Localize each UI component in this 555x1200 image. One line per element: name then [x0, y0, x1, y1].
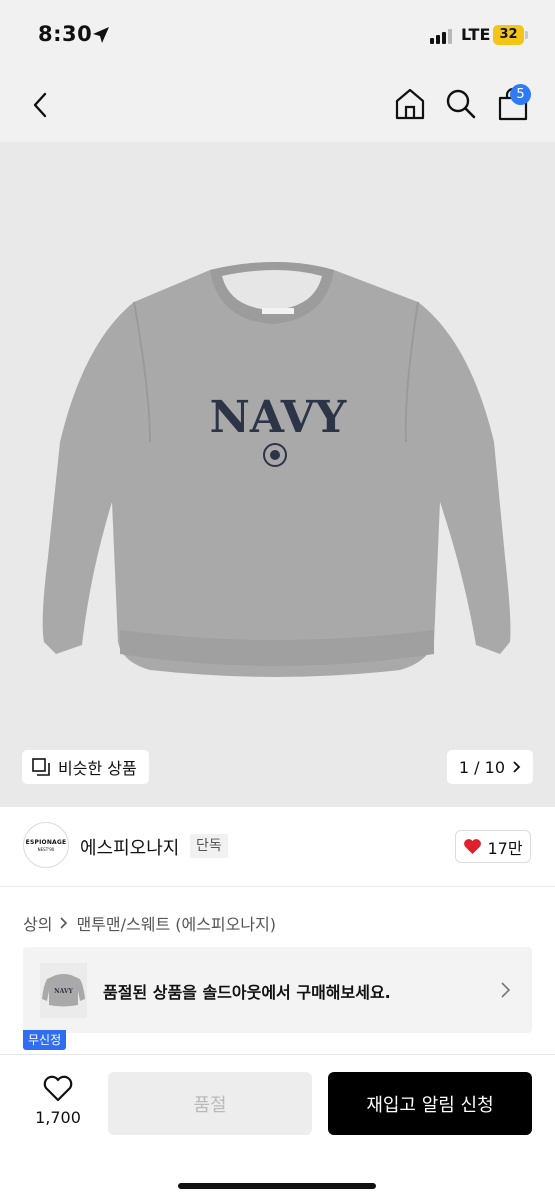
heart-outline-icon [43, 1075, 73, 1102]
similar-products-label: 비슷한 상품 [58, 759, 137, 778]
wishlist-count: 1,700 [35, 1108, 81, 1127]
brand-name[interactable]: 에스피오나지 [80, 834, 179, 860]
coupon-tag: 무신정 [23, 1030, 67, 1050]
brand-row: ESPIONAGE NEST'90 에스피오나지 단독 17만 [0, 807, 555, 887]
home-icon[interactable] [394, 87, 426, 121]
brand-logo-line1: ESPIONAGE [25, 838, 67, 846]
cart-count-badge: 5 [510, 84, 531, 105]
page-indicator-label: 1 / 10 [458, 757, 505, 777]
soldout-banner-text: 품절된 상품을 솔드아웃에서 구매해보세요. [103, 983, 391, 1002]
battery-icon: 32 [493, 25, 524, 45]
heart-icon [464, 839, 482, 854]
home-indicator [178, 1183, 376, 1189]
location-arrow-icon [93, 27, 109, 43]
soldout-thumb-text: NAVY [54, 988, 73, 995]
signal-icon [430, 28, 452, 44]
wishlist-button[interactable]: 1,700 [30, 1075, 86, 1127]
network-label: LTE [461, 25, 491, 44]
brand-like-count: 17만 [487, 838, 523, 858]
sweatshirt-print-text: NAVY [210, 392, 347, 443]
back-icon[interactable] [26, 90, 56, 120]
soldout-thumbnail: NAVY [40, 963, 87, 1018]
sweatshirt-image: NAVY [42, 262, 511, 677]
brand-like-button[interactable]: 17만 [455, 830, 531, 863]
product-image[interactable]: NAVY 비슷한 상품 1 / 10 [0, 142, 555, 807]
breadcrumb-item-top[interactable]: 상의 [23, 911, 52, 935]
restock-alert-button[interactable]: 재입고 알림 신청 [328, 1072, 532, 1135]
soldout-button: 품절 [108, 1072, 312, 1135]
bottom-action-bar: 1,700 품절 재입고 알림 신청 [0, 1054, 555, 1200]
chevron-right-icon [60, 917, 68, 929]
chevron-right-icon [513, 761, 521, 773]
copy-icon [32, 758, 50, 776]
status-time: 8:30 [38, 22, 93, 46]
brand-logo[interactable]: ESPIONAGE NEST'90 [23, 822, 69, 868]
exclusive-badge: 단독 [190, 834, 228, 858]
search-icon[interactable] [445, 88, 477, 120]
soldout-banner[interactable]: NAVY 품절된 상품을 솔드아웃에서 구매해보세요. [23, 947, 532, 1033]
brand-logo-line2: NEST'90 [37, 846, 55, 852]
image-page-indicator[interactable]: 1 / 10 [446, 750, 533, 784]
breadcrumb: 상의 맨투맨/스웨트 (에스피오나지) [23, 911, 276, 935]
top-nav [0, 72, 555, 142]
chevron-right-icon [501, 982, 511, 998]
similar-products-button[interactable]: 비슷한 상품 [22, 750, 149, 784]
breadcrumb-item-category[interactable]: 맨투맨/스웨트 (에스피오나지) [76, 911, 276, 935]
status-bar: 8:30 LTE 32 [0, 0, 555, 72]
battery-tip [525, 31, 528, 39]
